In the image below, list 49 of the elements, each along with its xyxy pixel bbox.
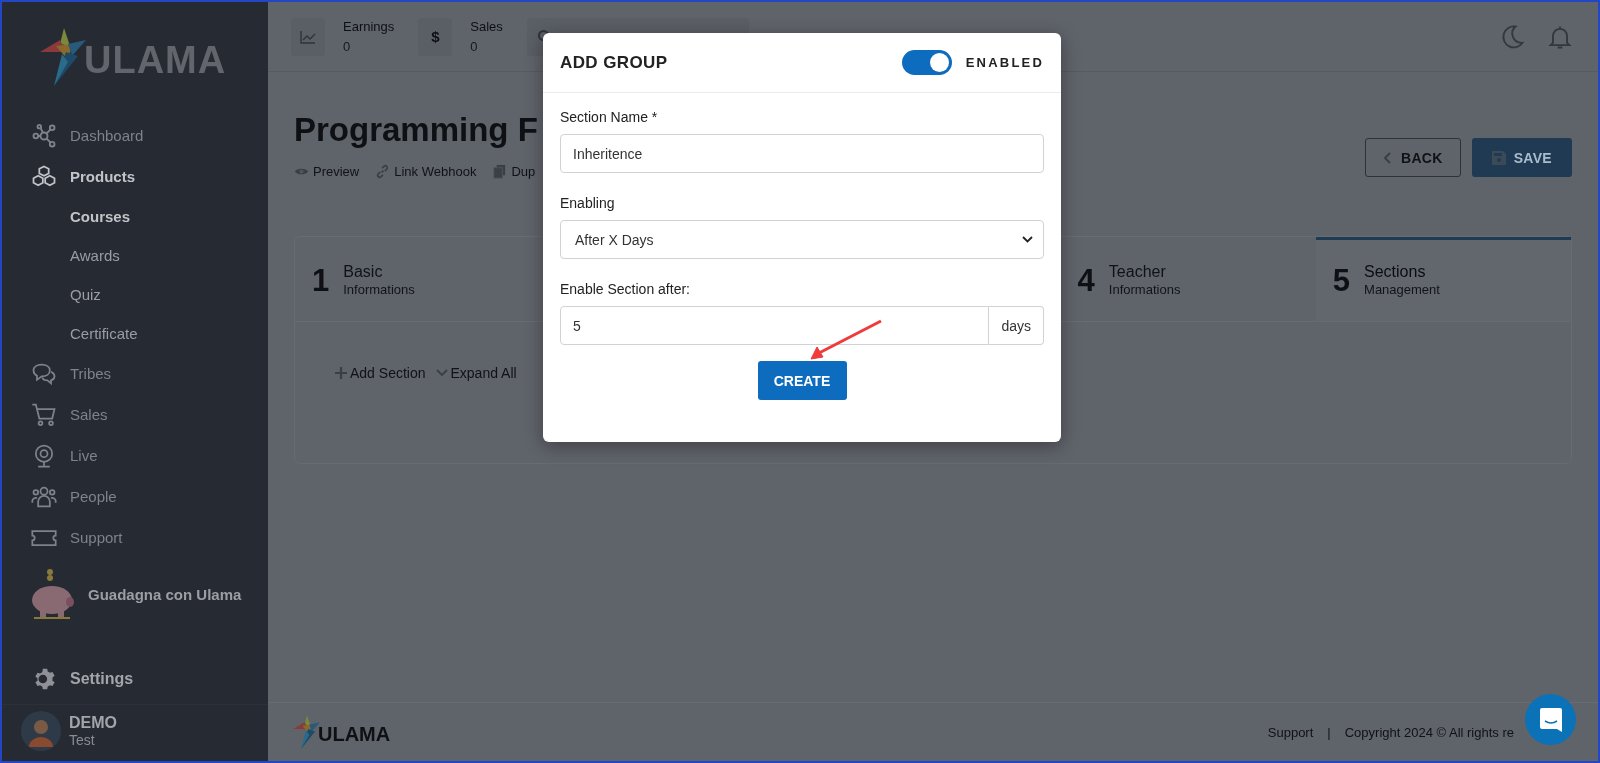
sidebar-subitem[interactable]: Courses — [2, 197, 268, 236]
copy-icon — [492, 164, 508, 179]
footer-separator: | — [1327, 724, 1331, 740]
action-link[interactable]: Link Webhook — [375, 164, 477, 179]
line-chart-icon — [300, 29, 316, 44]
section-tool-link[interactable]: Expand All — [435, 365, 517, 381]
page-title: Programming F — [294, 110, 538, 150]
select-field[interactable]: After X Days — [560, 220, 1044, 259]
link-icon — [375, 164, 391, 179]
avatar-icon — [21, 711, 61, 751]
network-icon — [30, 121, 58, 150]
toggle-label: ENABLED — [965, 55, 1044, 70]
stat-value: 0 — [470, 37, 479, 56]
input-field[interactable]: Inheritence — [560, 134, 1044, 173]
stat-label: Earnings — [343, 18, 395, 36]
sidebar-subitem[interactable]: Awards — [2, 236, 268, 275]
footer-logo-wordmark: ULAMA — [318, 723, 391, 746]
save-button[interactable]: SAVE — [1471, 138, 1572, 177]
sidebar-subitem[interactable]: Quiz — [2, 275, 268, 314]
chevron-down-icon — [1022, 236, 1033, 243]
field-label: Enable Section after: — [560, 281, 691, 297]
sidebar-item[interactable]: Products — [2, 156, 268, 197]
user-name: DEMO — [69, 713, 117, 733]
input-field[interactable]: 5 — [560, 306, 990, 345]
modal-title: ADD GROUP — [560, 52, 669, 73]
dollar-icon: $ — [431, 28, 440, 45]
settings-icon — [32, 666, 58, 692]
action-link[interactable]: Dup — [492, 164, 536, 179]
user-role: Test — [69, 732, 96, 749]
field-label: Section Name * — [560, 109, 659, 125]
promo-link[interactable]: Guadagna con Ulama — [88, 585, 242, 603]
stat-label: Sales — [470, 18, 503, 36]
action-link[interactable]: Preview — [294, 164, 360, 179]
chat-widget-icon[interactable] — [1539, 707, 1562, 732]
chevron-down-icon — [435, 369, 448, 377]
input-addon: days — [989, 306, 1044, 345]
footer-link[interactable]: Support — [1267, 724, 1314, 740]
chevron-left-icon — [1383, 151, 1394, 164]
back-button[interactable]: BACK — [1365, 138, 1461, 177]
plus-icon — [335, 367, 347, 379]
stat-value: 0 — [343, 37, 352, 56]
sidebar-subitem[interactable]: Certificate — [2, 314, 268, 353]
create-button[interactable]: CREATE — [757, 361, 847, 400]
section-tool-link[interactable]: Add Section — [335, 365, 426, 381]
logo-wordmark: ULAMA — [84, 39, 227, 82]
enabled-toggle[interactable] — [901, 50, 952, 75]
copyright-text: Copyright 2024 © All rights re — [1344, 724, 1514, 740]
settings-item[interactable]: Settings — [2, 654, 268, 704]
field-label: Enabling — [560, 195, 616, 211]
